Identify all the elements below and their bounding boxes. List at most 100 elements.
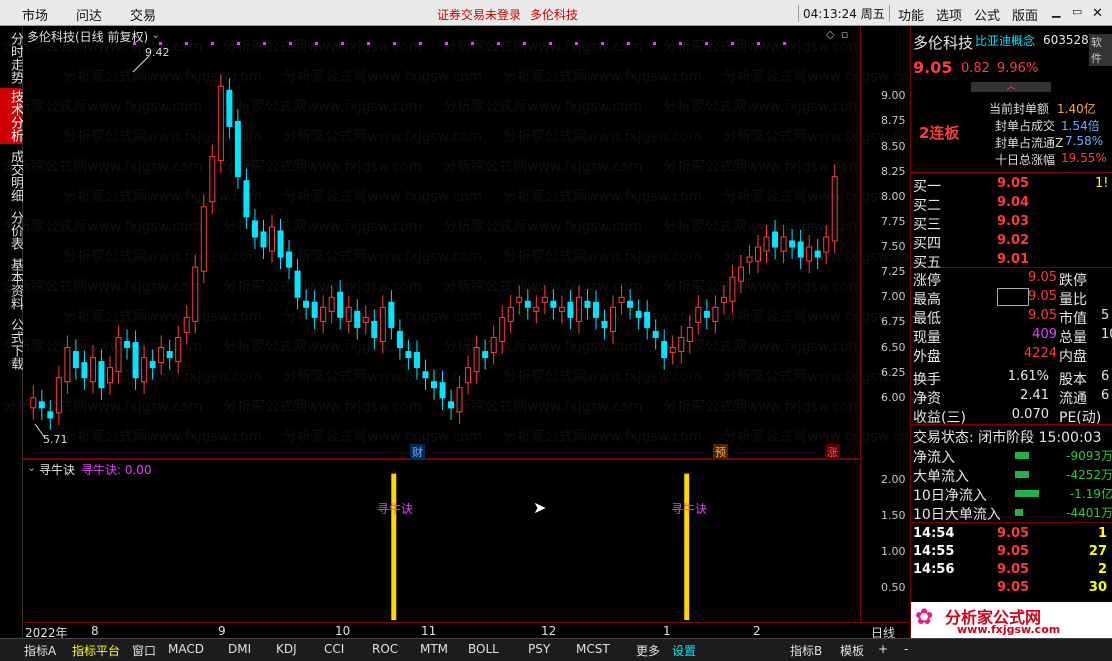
bottom-tab-13[interactable]: 设置 bbox=[672, 642, 696, 659]
watermark: 分析家公式网www.fxjgsw.com bbox=[283, 129, 483, 145]
candle-body bbox=[652, 330, 659, 338]
bottom-tab-bar: 指标A 指标平台 窗口 MACD DMI KDJ CCI ROC MTM BOLL PSY MCST 更… bbox=[0, 638, 1112, 661]
watermark: 分析家公式网www.fxjgsw.com bbox=[663, 39, 863, 55]
bid-price[interactable]: 9.05 bbox=[997, 176, 1029, 191]
tick-volume: 27 bbox=[1088, 544, 1107, 559]
bid-price[interactable]: 9.01 bbox=[997, 252, 1029, 267]
price-tick: 8.25 bbox=[881, 164, 906, 178]
quote-panel: 多伦科技 比亚迪概念 603528 软件 9.05 0.82 9.96% ︿ 2… bbox=[910, 26, 1112, 638]
bottom-tab-12[interactable]: 更多 bbox=[636, 642, 660, 659]
watermark: 分析家公式网www.fxjgsw.com bbox=[63, 249, 263, 265]
bottom-tab-10[interactable]: PSY bbox=[528, 642, 550, 656]
price-tick: 6.00 bbox=[881, 390, 906, 404]
flow-bar bbox=[1015, 471, 1029, 478]
menu-wenda[interactable]: 问达 bbox=[76, 5, 102, 24]
highlight-box bbox=[997, 288, 1029, 306]
bottom-tab-11[interactable]: MCST bbox=[576, 642, 610, 656]
candle-body bbox=[541, 296, 548, 303]
mouse-cursor-icon: ➤ bbox=[533, 498, 547, 517]
price-tick: 8.00 bbox=[881, 189, 906, 203]
bottom-right-tab-1[interactable]: 模板 bbox=[840, 642, 864, 659]
candles-svg bbox=[30, 42, 838, 439]
bottom-tab-4[interactable]: DMI bbox=[228, 642, 251, 656]
date-tick: 2 bbox=[753, 624, 761, 638]
stock-name: 多伦科技 bbox=[913, 34, 974, 52]
flow-label: 10日大单流入 bbox=[913, 507, 1001, 523]
flow-label: 大单流入 bbox=[913, 469, 969, 485]
bottom-right-tab-2[interactable]: + bbox=[878, 642, 888, 656]
bid-label: 买五 bbox=[913, 255, 941, 271]
bid-price[interactable]: 9.02 bbox=[997, 233, 1029, 248]
bid-label: 买四 bbox=[913, 236, 941, 252]
price-tick: 8.75 bbox=[881, 114, 906, 128]
bottom-tab-7[interactable]: ROC bbox=[372, 642, 398, 656]
bottom-tab-0[interactable]: 指标A bbox=[24, 642, 56, 659]
menu-formula[interactable]: 公式 bbox=[974, 5, 1000, 24]
minimize-icon[interactable]: ▁ bbox=[1052, 5, 1060, 18]
menu-options[interactable]: 选项 bbox=[936, 5, 962, 24]
watermark: 分析家公式网www.fxjgsw.com bbox=[503, 189, 703, 205]
expand-icon[interactable]: ︿ bbox=[971, 82, 1051, 92]
bottom-tab-5[interactable]: KDJ bbox=[276, 642, 297, 656]
stat-value-2: 6 bbox=[1101, 388, 1110, 403]
stat-label-2: 跌停 bbox=[1059, 273, 1087, 289]
bottom-right-tab-0[interactable]: 指标B bbox=[790, 642, 822, 659]
indicator-chart[interactable]: ⌄ 寻牛诀 寻牛诀: 0.00 寻牛诀 寻牛诀 ➤ bbox=[23, 459, 860, 622]
bottom-right-tab-3[interactable]: - bbox=[904, 642, 908, 656]
login-warning[interactable]: 证券交易未登录 bbox=[437, 6, 521, 23]
bid-volume: 1! bbox=[1095, 176, 1109, 191]
flow-value: -4252万 bbox=[1066, 468, 1112, 482]
watermark: 分析家公式网www.fxjgsw.com bbox=[283, 69, 483, 85]
tick-price: 9.05 bbox=[997, 544, 1030, 559]
watermark: 分析家公式网www.fxjgsw.com bbox=[443, 39, 643, 55]
bottom-tab-1[interactable]: 指标平台 bbox=[72, 642, 120, 659]
menu-market[interactable]: 市场 bbox=[22, 5, 48, 24]
finance-marker[interactable]: 财 bbox=[410, 444, 425, 460]
indicator-tick: 1.50 bbox=[881, 509, 906, 522]
concept-label[interactable]: 比亚迪概念 bbox=[975, 32, 1035, 49]
watermark: 分析家公式网www.fxjgsw.com bbox=[283, 369, 483, 385]
watermark: 分析家公式网www.fxjgsw.com bbox=[223, 279, 423, 295]
watermark: 分析家公式网www.fxjgsw.com bbox=[503, 309, 703, 325]
candle-body bbox=[516, 296, 523, 303]
seal-label: 十日总涨幅 bbox=[995, 153, 1056, 167]
bottom-tab-9[interactable]: BOLL bbox=[468, 642, 499, 656]
watermark: 分析家公式网www.fxjgsw.com bbox=[283, 309, 483, 325]
flow-value: -9093万 bbox=[1066, 449, 1112, 463]
indicator-svg bbox=[391, 473, 690, 620]
stat-value: 409 bbox=[1032, 327, 1057, 342]
bottom-tab-6[interactable]: CCI bbox=[324, 642, 344, 656]
kline-chart[interactable]: 多伦科技(日线 前复权) ⌄ ◇ ▫ 9.42 5.71 财 预 涨 分析家公式… bbox=[3, 26, 922, 460]
tick-volume: 2 bbox=[1097, 562, 1107, 577]
menu-function[interactable]: 功能 bbox=[898, 5, 924, 24]
stat-label: 最高 bbox=[913, 292, 941, 308]
watermark: 分析家公式网www.fxjgsw.com bbox=[503, 129, 703, 145]
limit-up-marker[interactable]: 涨 bbox=[825, 444, 840, 460]
stat-label: 收益(三) bbox=[913, 410, 966, 426]
candle-body bbox=[720, 296, 727, 303]
signal-label-1: 寻牛诀 bbox=[377, 502, 414, 516]
bid-price[interactable]: 9.04 bbox=[997, 195, 1029, 210]
watermark: 分析家公式网www.fxjgsw.com bbox=[223, 339, 423, 355]
bid-price[interactable]: 9.03 bbox=[997, 214, 1029, 229]
side-tab[interactable]: 软件 bbox=[1089, 34, 1112, 66]
price-axis: 9.00 8.75 8.50 8.25 8.00 7.75 7.50 7.25 7.00 6.75… bbox=[860, 26, 910, 458]
price-tick: 9.00 bbox=[881, 89, 906, 103]
flow-label: 10日净流入 bbox=[913, 488, 987, 504]
seal-label: 封单占流通Z bbox=[995, 136, 1064, 150]
tick-time: 14:55 bbox=[913, 544, 955, 559]
forecast-marker[interactable]: 预 bbox=[713, 444, 728, 460]
menu-layout[interactable]: 版面 bbox=[1012, 5, 1038, 24]
bottom-tab-3[interactable]: MACD bbox=[168, 642, 204, 656]
menu-trade[interactable]: 交易 bbox=[130, 5, 156, 24]
watermark: 分析家公式网www.fxjgsw.com bbox=[503, 429, 703, 445]
tick-price: 9.05 bbox=[997, 526, 1030, 541]
price-change: 0.82 bbox=[961, 61, 990, 76]
watermark: 分析家公式网www.fxjgsw.com bbox=[223, 399, 423, 415]
close-icon[interactable]: ✕ bbox=[1092, 5, 1103, 21]
bottom-tab-8[interactable]: MTM bbox=[420, 642, 448, 656]
flow-label: 净流入 bbox=[913, 450, 955, 466]
price-tick: 7.00 bbox=[881, 290, 906, 304]
maximize-icon[interactable]: ▭ bbox=[1072, 5, 1082, 18]
bottom-tab-2[interactable]: 窗口 bbox=[132, 642, 156, 659]
